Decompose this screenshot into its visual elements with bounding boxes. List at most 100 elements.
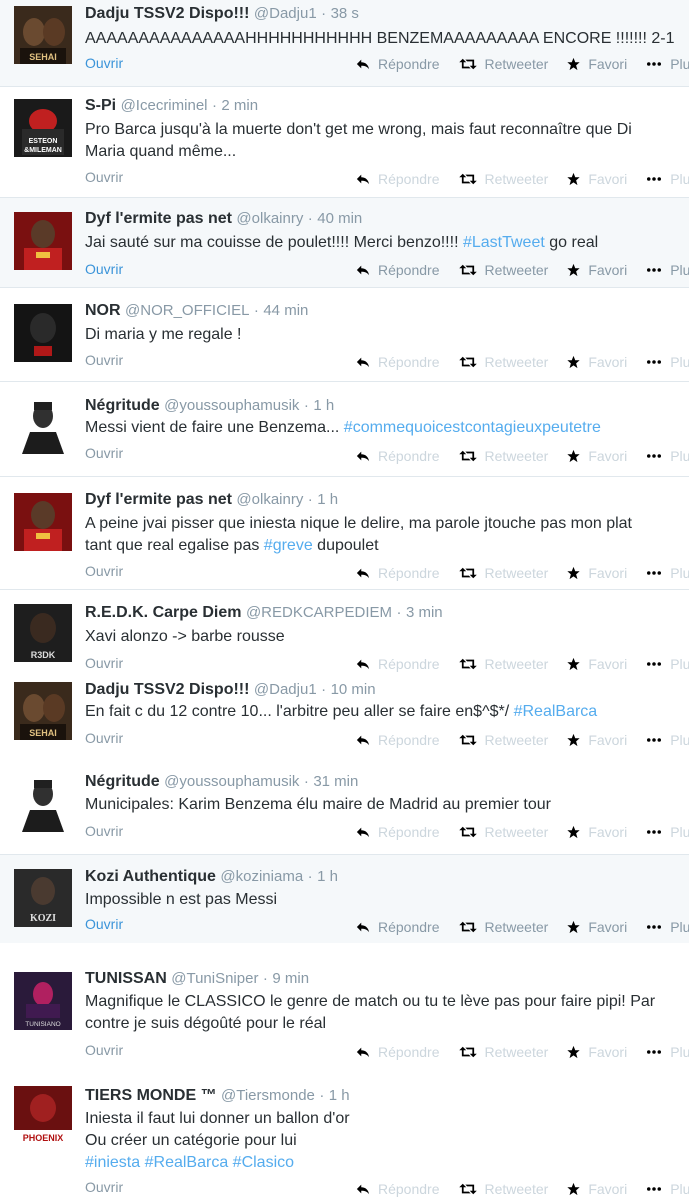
- retweet-button[interactable]: Retweeter: [458, 56, 548, 72]
- user-handle[interactable]: @youssouphamusik: [164, 397, 299, 414]
- open-link[interactable]: Ouvrir: [85, 823, 123, 839]
- user-name[interactable]: Négritude: [85, 397, 160, 414]
- user-handle[interactable]: @Tiersmonde: [221, 1087, 315, 1104]
- open-link[interactable]: Ouvrir: [85, 55, 123, 71]
- reply-button[interactable]: Répondre: [355, 354, 440, 370]
- user-handle[interactable]: @olkainry: [236, 491, 303, 508]
- user-name[interactable]: Dadju TSSV2 Dispo!!!: [85, 681, 249, 698]
- more-button[interactable]: Plus: [645, 171, 689, 187]
- timestamp[interactable]: 9 min: [272, 970, 309, 987]
- avatar[interactable]: KOZI: [14, 869, 72, 927]
- favorite-button[interactable]: Favori: [566, 262, 627, 278]
- hashtag-link[interactable]: #RealBarca: [145, 1154, 229, 1171]
- tweet-item[interactable]: Négritude @youssouphamusik · 1 h Messi v…: [0, 382, 689, 477]
- user-name[interactable]: Négritude: [85, 773, 160, 790]
- timestamp[interactable]: 40 min: [317, 210, 362, 227]
- timestamp[interactable]: 10 min: [331, 681, 376, 698]
- retweet-button[interactable]: Retweeter: [458, 262, 548, 278]
- favorite-button[interactable]: Favori: [566, 732, 627, 748]
- timestamp[interactable]: 1 h: [329, 1087, 350, 1104]
- avatar[interactable]: [14, 396, 72, 454]
- user-handle[interactable]: @Dadju1: [254, 681, 317, 698]
- tweet-item[interactable]: Négritude @youssouphamusik · 31 min Muni…: [0, 760, 689, 855]
- timestamp[interactable]: 44 min: [263, 302, 308, 319]
- timestamp[interactable]: 31 min: [313, 773, 358, 790]
- avatar[interactable]: [14, 304, 72, 362]
- retweet-button[interactable]: Retweeter: [458, 656, 548, 672]
- user-handle[interactable]: @NOR_OFFICIEL: [125, 302, 249, 319]
- favorite-button[interactable]: Favori: [566, 919, 627, 935]
- favorite-button[interactable]: Favori: [566, 1044, 627, 1060]
- reply-button[interactable]: Répondre: [355, 919, 440, 935]
- retweet-button[interactable]: Retweeter: [458, 354, 548, 370]
- user-name[interactable]: S-Pi: [85, 97, 116, 114]
- user-name[interactable]: TUNISSAN: [85, 970, 167, 987]
- open-link[interactable]: Ouvrir: [85, 169, 123, 185]
- favorite-button[interactable]: Favori: [566, 56, 627, 72]
- retweet-button[interactable]: Retweeter: [458, 1181, 548, 1197]
- favorite-button[interactable]: Favori: [566, 565, 627, 581]
- user-handle[interactable]: @Dadju1: [254, 5, 317, 22]
- favorite-button[interactable]: Favori: [566, 1181, 627, 1197]
- retweet-button[interactable]: Retweeter: [458, 824, 548, 840]
- reply-button[interactable]: Répondre: [355, 448, 440, 464]
- user-name[interactable]: NOR: [85, 302, 121, 319]
- tweet-item[interactable]: R3DK R.E.D.K. Carpe Diem @REDKCARPEDIEM …: [0, 590, 689, 676]
- more-button[interactable]: Plus: [645, 824, 689, 840]
- reply-button[interactable]: Répondre: [355, 824, 440, 840]
- avatar[interactable]: [14, 774, 72, 832]
- reply-button[interactable]: Répondre: [355, 565, 440, 581]
- reply-button[interactable]: Répondre: [355, 656, 440, 672]
- user-name[interactable]: TIERS MONDE ™: [85, 1087, 217, 1104]
- timestamp[interactable]: 1 h: [313, 397, 334, 414]
- open-link[interactable]: Ouvrir: [85, 730, 123, 746]
- more-button[interactable]: Plus: [645, 1044, 689, 1060]
- reply-button[interactable]: Répondre: [355, 171, 440, 187]
- user-name[interactable]: Dyf l'ermite pas net: [85, 210, 232, 227]
- hashtag-link[interactable]: #LastTweet: [463, 234, 545, 251]
- user-handle[interactable]: @youssouphamusik: [164, 773, 299, 790]
- user-name[interactable]: Dadju TSSV2 Dispo!!!: [85, 5, 249, 22]
- favorite-button[interactable]: Favori: [566, 354, 627, 370]
- retweet-button[interactable]: Retweeter: [458, 919, 548, 935]
- more-button[interactable]: Plus: [645, 919, 689, 935]
- open-link[interactable]: Ouvrir: [85, 916, 123, 932]
- tweet-item[interactable]: NOR @NOR_OFFICIEL · 44 min Di maria y me…: [0, 288, 689, 382]
- user-name[interactable]: Dyf l'ermite pas net: [85, 491, 232, 508]
- open-link[interactable]: Ouvrir: [85, 655, 123, 671]
- avatar[interactable]: [14, 493, 72, 551]
- favorite-button[interactable]: Favori: [566, 171, 627, 187]
- avatar[interactable]: R3DK: [14, 604, 72, 662]
- retweet-button[interactable]: Retweeter: [458, 565, 548, 581]
- hashtag-link[interactable]: #greve: [264, 537, 313, 554]
- more-button[interactable]: Plus: [645, 732, 689, 748]
- more-button[interactable]: Plus: [645, 656, 689, 672]
- more-button[interactable]: Plus: [645, 262, 689, 278]
- more-button[interactable]: Plus: [645, 354, 689, 370]
- reply-button[interactable]: Répondre: [355, 1044, 440, 1060]
- retweet-button[interactable]: Retweeter: [458, 171, 548, 187]
- tweet-item[interactable]: SEHAI Dadju TSSV2 Dispo!!! @Dadju1 · 10 …: [0, 676, 689, 760]
- timestamp[interactable]: 38 s: [331, 5, 359, 22]
- tweet-item[interactable]: Dyf l'ermite pas net @olkainry · 1 h A p…: [0, 477, 689, 590]
- avatar[interactable]: [14, 212, 72, 270]
- retweet-button[interactable]: Retweeter: [458, 1044, 548, 1060]
- open-link[interactable]: Ouvrir: [85, 563, 123, 579]
- timestamp[interactable]: 2 min: [221, 97, 258, 114]
- reply-button[interactable]: Répondre: [355, 1181, 440, 1197]
- avatar[interactable]: TUNISIANO: [14, 972, 72, 1030]
- tweet-item[interactable]: TUNISIANO TUNISSAN @TuniSniper · 9 min M…: [0, 958, 689, 1072]
- open-link[interactable]: Ouvrir: [85, 352, 123, 368]
- avatar[interactable]: SEHAI: [14, 682, 72, 740]
- more-button[interactable]: Plus: [645, 56, 689, 72]
- hashtag-link[interactable]: #iniesta: [85, 1154, 140, 1171]
- user-handle[interactable]: @REDKCARPEDIEM: [246, 604, 392, 621]
- open-link[interactable]: Ouvrir: [85, 445, 123, 461]
- tweet-item[interactable]: SEHAI Dadju TSSV2 Dispo!!! @Dadju1 · 38 …: [0, 0, 689, 87]
- open-link[interactable]: Ouvrir: [85, 261, 123, 277]
- open-link[interactable]: Ouvrir: [85, 1179, 123, 1195]
- hashtag-link[interactable]: #commequoicestcontagieuxpeutetre: [344, 419, 601, 436]
- tweet-item[interactable]: Dyf l'ermite pas net @olkainry · 40 min …: [0, 198, 689, 288]
- user-name[interactable]: R.E.D.K. Carpe Diem: [85, 604, 241, 621]
- favorite-button[interactable]: Favori: [566, 824, 627, 840]
